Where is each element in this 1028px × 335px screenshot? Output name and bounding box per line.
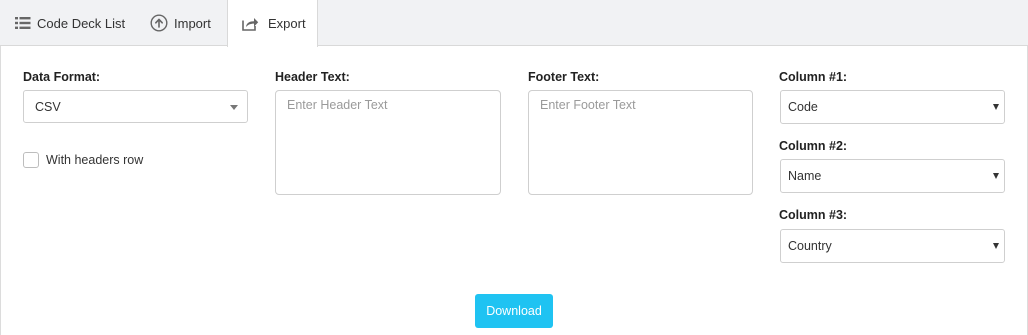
tab-import-label: Import: [174, 15, 211, 31]
chevron-down-icon: [993, 173, 999, 179]
data-format-select[interactable]: CSV: [23, 90, 248, 123]
column3-label: Column #3:: [779, 208, 848, 222]
tab-export-label: Export: [268, 16, 306, 31]
column1-label: Column #1:: [779, 70, 848, 84]
tab-import[interactable]: Import: [150, 0, 211, 46]
data-format-value: CSV: [35, 99, 61, 114]
tab-code-deck-list[interactable]: Code Deck List: [15, 0, 125, 46]
upload-circle-icon: [150, 14, 168, 32]
download-button[interactable]: Download: [475, 294, 553, 328]
footer-text-input[interactable]: [528, 90, 753, 195]
column2-select[interactable]: Name: [780, 159, 1005, 193]
list-icon: [15, 16, 31, 30]
tab-code-deck-list-label: Code Deck List: [37, 15, 126, 31]
column3-select[interactable]: Country: [780, 229, 1005, 263]
column2-label: Column #2:: [779, 139, 848, 153]
header-text-label: Header Text:: [275, 70, 350, 84]
chevron-down-icon: [993, 243, 999, 249]
share-export-icon: [242, 16, 259, 31]
with-headers-label: With headers row: [46, 153, 144, 167]
column3-value: Country: [788, 239, 832, 253]
column1-select[interactable]: Code: [780, 90, 1005, 124]
column2-value: Name: [788, 169, 822, 183]
tab-export[interactable]: Export: [227, 0, 318, 47]
header-text-input[interactable]: [275, 90, 501, 195]
column1-value: Code: [788, 100, 818, 114]
data-format-label: Data Format:: [23, 70, 101, 84]
footer-text-label: Footer Text:: [528, 70, 600, 84]
chevron-down-icon: [993, 104, 999, 110]
chevron-down-icon: [230, 105, 238, 110]
with-headers-checkbox[interactable]: [23, 152, 39, 168]
tab-bar: Code Deck List Import Export: [0, 0, 1028, 47]
